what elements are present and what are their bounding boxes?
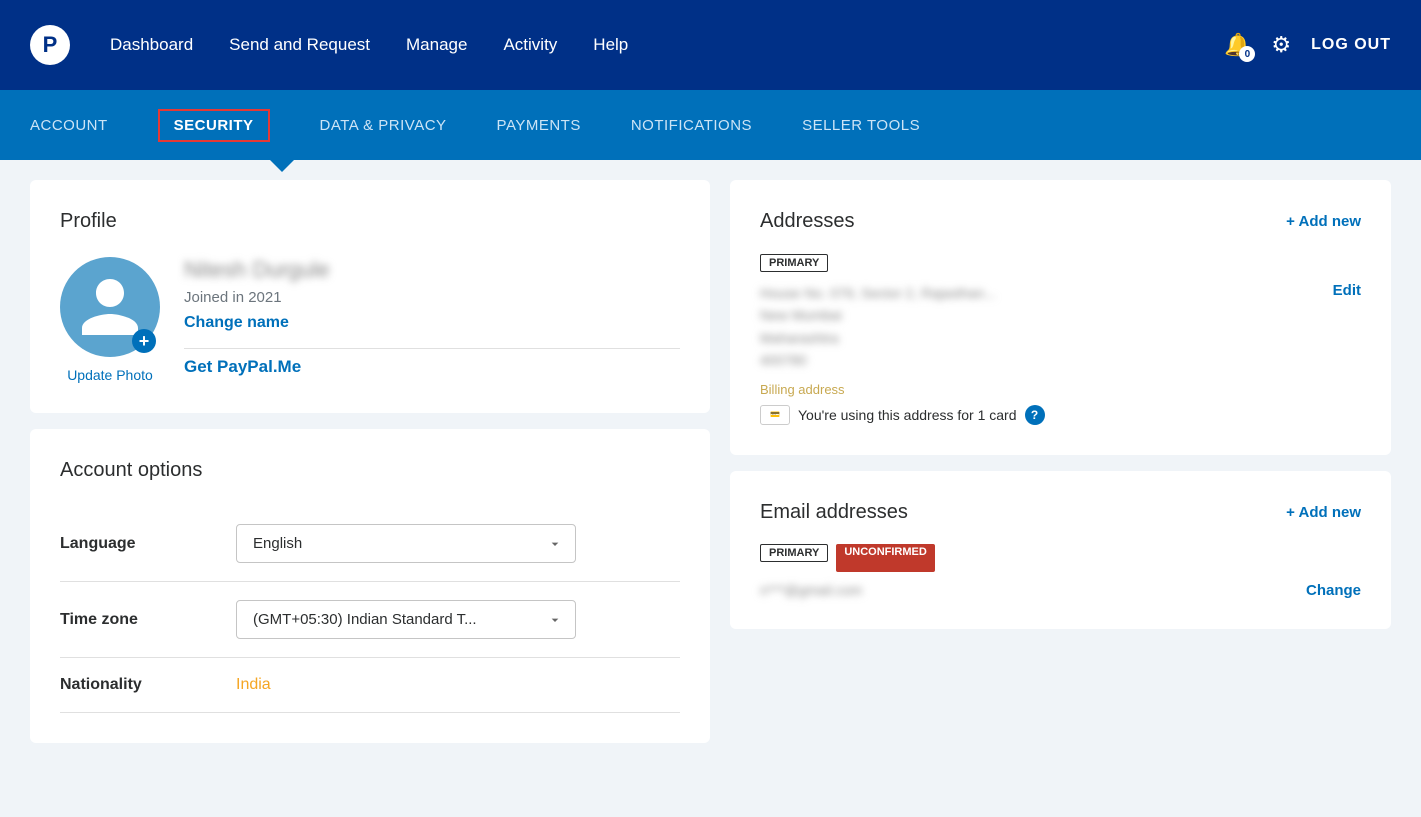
- timezone-option-row: Time zone (GMT+05:30) Indian Standard T.…: [60, 582, 680, 658]
- nav-dashboard[interactable]: Dashboard: [110, 35, 193, 55]
- credit-card-icon: 💳: [760, 405, 790, 425]
- address-text: House No. 079, Sector 2, Rajasthan... Ne…: [760, 282, 996, 372]
- divider: [184, 348, 680, 349]
- profile-joined: Joined in 2021: [184, 289, 680, 306]
- email-title: Email addresses: [760, 501, 908, 524]
- addresses-card: Addresses + Add new PRIMARY House No. 07…: [730, 180, 1391, 455]
- tab-payments[interactable]: PAYMENTS: [497, 113, 581, 138]
- email-value: n***@gmail.com: [760, 582, 862, 598]
- nav-manage[interactable]: Manage: [406, 35, 467, 55]
- nationality-label: Nationality: [60, 676, 220, 694]
- notification-bell[interactable]: 🔔 0: [1224, 32, 1251, 58]
- add-email-link[interactable]: + Add new: [1286, 504, 1361, 521]
- timezone-label: Time zone: [60, 611, 220, 629]
- nav-help[interactable]: Help: [593, 35, 628, 55]
- profile-info: Nitesh Durgule Joined in 2021 Change nam…: [184, 257, 680, 377]
- update-photo-link[interactable]: Update Photo: [67, 367, 153, 383]
- tab-security[interactable]: SECURITY: [158, 109, 270, 142]
- settings-icon[interactable]: ⚙: [1271, 32, 1291, 58]
- avatar-add-icon[interactable]: +: [132, 329, 156, 353]
- account-options-title: Account options: [60, 459, 680, 482]
- email-row: n***@gmail.com Change: [760, 582, 1361, 599]
- notification-count: 0: [1239, 46, 1255, 62]
- change-email-link[interactable]: Change: [1306, 582, 1361, 599]
- email-primary-badge: PRIMARY: [760, 544, 828, 562]
- tab-notifications[interactable]: NOTIFICATIONS: [631, 113, 752, 138]
- addresses-header: Addresses + Add new: [760, 210, 1361, 233]
- top-nav-right: 🔔 0 ⚙ LOG OUT: [1224, 32, 1391, 58]
- profile-body: + Update Photo Nitesh Durgule Joined in …: [60, 257, 680, 383]
- profile-card: Profile + Update Photo Nitesh Durgule Jo…: [30, 180, 710, 413]
- nationality-option-row: Nationality India: [60, 658, 680, 713]
- add-address-link[interactable]: + Add new: [1286, 213, 1361, 230]
- email-addresses-card: Email addresses + Add new PRIMARY UNCONF…: [730, 471, 1391, 629]
- avatar: +: [60, 257, 160, 357]
- edit-address-link[interactable]: Edit: [1333, 282, 1361, 299]
- nav-activity[interactable]: Activity: [503, 35, 557, 55]
- paypalme-link[interactable]: Get PayPal.Me: [184, 357, 301, 376]
- profile-name: Nitesh Durgule: [184, 257, 680, 283]
- main-content: Profile + Update Photo Nitesh Durgule Jo…: [0, 160, 1421, 763]
- left-column: Profile + Update Photo Nitesh Durgule Jo…: [30, 180, 710, 743]
- top-navigation: P Dashboard Send and Request Manage Acti…: [0, 0, 1421, 90]
- right-column: Addresses + Add new PRIMARY House No. 07…: [730, 180, 1391, 743]
- account-options-card: Account options Language English Hindi S…: [30, 429, 710, 743]
- paypal-logo[interactable]: P: [30, 25, 70, 65]
- top-nav-links: Dashboard Send and Request Manage Activi…: [110, 35, 1184, 55]
- language-option-row: Language English Hindi Spanish: [60, 506, 680, 582]
- logout-button[interactable]: LOG OUT: [1311, 36, 1391, 54]
- tab-seller-tools[interactable]: SELLER TOOLS: [802, 113, 920, 138]
- address-card-info: 💳 You're using this address for 1 card ?: [760, 405, 1361, 425]
- tab-data-privacy[interactable]: DATA & PRIVACY: [320, 113, 447, 138]
- email-badges-row: PRIMARY UNCONFIRMED: [760, 544, 1361, 572]
- billing-label: Billing address: [760, 382, 1361, 397]
- timezone-select[interactable]: (GMT+05:30) Indian Standard T... (GMT+00…: [236, 600, 576, 639]
- nationality-value: India: [236, 676, 680, 694]
- card-info-text: You're using this address for 1 card: [798, 407, 1017, 423]
- avatar-icon: [75, 272, 145, 342]
- nav-send-request[interactable]: Send and Request: [229, 35, 370, 55]
- language-select[interactable]: English Hindi Spanish: [236, 524, 576, 563]
- language-label: Language: [60, 535, 220, 553]
- addresses-title: Addresses: [760, 210, 855, 233]
- change-name-link[interactable]: Change name: [184, 314, 680, 332]
- profile-section-title: Profile: [60, 210, 680, 233]
- secondary-navigation: ACCOUNT SECURITY DATA & PRIVACY PAYMENTS…: [0, 90, 1421, 160]
- address-row: House No. 079, Sector 2, Rajasthan... Ne…: [760, 282, 1361, 372]
- help-icon[interactable]: ?: [1025, 405, 1045, 425]
- address-primary-badge: PRIMARY: [760, 254, 828, 272]
- avatar-wrapper: + Update Photo: [60, 257, 160, 383]
- email-unconfirmed-badge: UNCONFIRMED: [836, 544, 935, 572]
- tab-account[interactable]: ACCOUNT: [30, 113, 108, 138]
- email-header: Email addresses + Add new: [760, 501, 1361, 524]
